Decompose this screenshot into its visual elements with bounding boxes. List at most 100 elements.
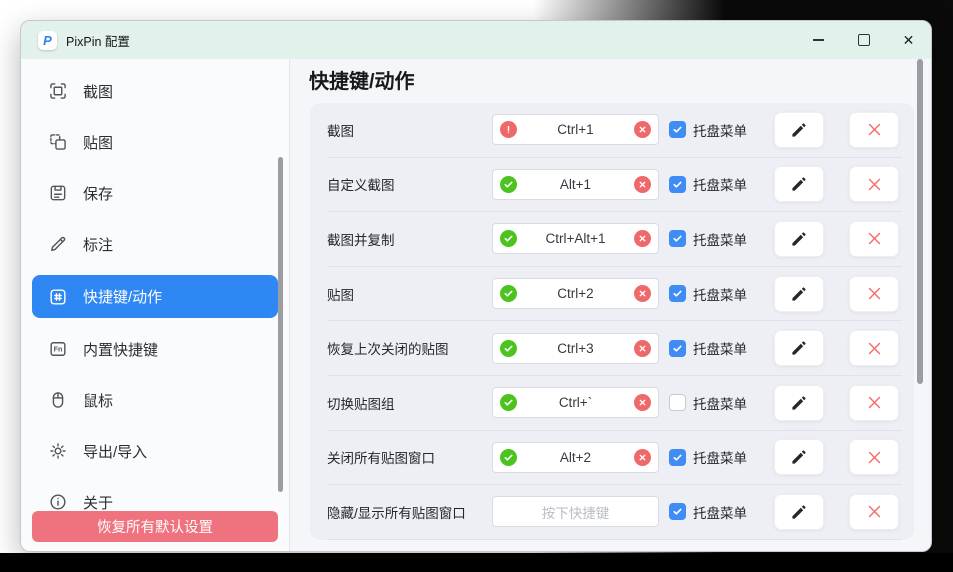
delete-hotkey-button[interactable] [849, 385, 899, 421]
hotkey-row: 贴图 Ctrl+2 托盘菜单 [327, 267, 902, 322]
sidebar-item-label: 截图 [83, 81, 113, 102]
tray-menu-label: 托盘菜单 [693, 174, 747, 194]
annotate-pencil-icon [47, 234, 68, 255]
delete-hotkey-button[interactable] [849, 330, 899, 366]
sidebar-item[interactable]: 快捷键/动作 [32, 275, 278, 318]
hotkey-value: Alt+1 [517, 177, 634, 192]
hotkey-value: Alt+2 [517, 450, 634, 465]
clear-hotkey-icon[interactable] [634, 176, 651, 193]
tray-menu-checkbox[interactable] [669, 121, 686, 138]
check-icon [672, 288, 683, 299]
hotkey-input[interactable]: Ctrl+2 [492, 278, 659, 309]
maximize-button[interactable] [841, 21, 886, 59]
hotkey-input[interactable]: Ctrl+1 [492, 114, 659, 145]
tray-menu-checkbox[interactable] [669, 230, 686, 247]
sidebar: 截图贴图保存标注快捷键/动作Fn内置快捷键鼠标导出/导入关于 恢复所有默认设置 [21, 59, 290, 551]
clear-hotkey-icon[interactable] [634, 449, 651, 466]
minimize-icon [813, 39, 824, 40]
edit-hotkey-button[interactable] [774, 221, 824, 257]
close-button[interactable]: ✕ [886, 21, 931, 59]
tray-menu-option[interactable]: 托盘菜单 [669, 120, 757, 140]
tray-menu-option[interactable]: 托盘菜单 [669, 338, 757, 358]
page-title: 快捷键/动作 [300, 71, 931, 94]
sidebar-item[interactable]: Fn 内置快捷键 [32, 329, 278, 369]
sidebar-item[interactable]: 鼠标 [32, 380, 278, 420]
window-controls: ✕ [796, 21, 931, 59]
clear-hotkey-icon[interactable] [634, 121, 651, 138]
edit-hotkey-button[interactable] [774, 439, 824, 475]
sidebar-item[interactable]: 标注 [32, 224, 278, 264]
minimize-button[interactable] [796, 21, 841, 59]
sidebar-scrollbar[interactable] [278, 157, 283, 492]
edit-hotkey-button[interactable] [774, 276, 824, 312]
pencil-icon [790, 285, 808, 303]
reset-defaults-button[interactable]: 恢复所有默认设置 [32, 511, 278, 542]
info-about-icon [47, 492, 68, 513]
sidebar-item[interactable]: 导出/导入 [32, 431, 278, 471]
edit-hotkey-button[interactable] [774, 330, 824, 366]
hotkey-value: Ctrl+Alt+1 [517, 231, 634, 246]
delete-x-icon [866, 394, 883, 411]
sidebar-item[interactable]: 贴图 [32, 122, 278, 162]
hotkey-actions-icon [47, 286, 68, 307]
delete-hotkey-button[interactable] [849, 494, 899, 530]
tray-menu-checkbox[interactable] [669, 394, 686, 411]
action-label: 恢复上次关闭的贴图 [327, 338, 492, 358]
hotkey-value: 按下快捷键 [517, 502, 634, 522]
sidebar-item-label: 鼠标 [83, 390, 113, 411]
tray-menu-checkbox[interactable] [669, 503, 686, 520]
delete-hotkey-button[interactable] [849, 112, 899, 148]
delete-hotkey-button[interactable] [849, 166, 899, 202]
titlebar[interactable]: P PixPin 配置 ✕ [21, 21, 931, 59]
clear-hotkey-icon[interactable] [634, 285, 651, 302]
delete-x-icon [866, 230, 883, 247]
tray-menu-option[interactable]: 托盘菜单 [669, 393, 757, 413]
hotkey-input[interactable]: Ctrl+3 [492, 333, 659, 364]
delete-hotkey-button[interactable] [849, 221, 899, 257]
pencil-icon [790, 394, 808, 412]
hotkey-input[interactable]: 按下快捷键 [492, 496, 659, 527]
action-label: 切换贴图组 [327, 393, 492, 413]
gear-export-import-icon [47, 441, 68, 462]
clear-hotkey-icon[interactable] [634, 394, 651, 411]
delete-hotkey-button[interactable] [849, 276, 899, 312]
delete-hotkey-button[interactable] [849, 439, 899, 475]
maximize-icon [858, 34, 870, 46]
tray-menu-option[interactable]: 托盘菜单 [669, 174, 757, 194]
clear-hotkey-icon[interactable] [634, 340, 651, 357]
sidebar-item-label: 内置快捷键 [83, 339, 158, 360]
check-icon [672, 179, 683, 190]
sidebar-item[interactable]: 截图 [32, 71, 278, 111]
hotkey-input[interactable]: Alt+2 [492, 442, 659, 473]
edit-hotkey-button[interactable] [774, 494, 824, 530]
fn-builtin-hotkeys-icon: Fn [47, 339, 68, 360]
hotkey-input[interactable]: Ctrl+` [492, 387, 659, 418]
hotkey-value: Ctrl+3 [517, 341, 634, 356]
hotkey-row: 自定义截图 Alt+1 托盘菜单 [327, 158, 902, 213]
hotkey-input[interactable]: Ctrl+Alt+1 [492, 223, 659, 254]
window-body: 截图贴图保存标注快捷键/动作Fn内置快捷键鼠标导出/导入关于 恢复所有默认设置 … [21, 59, 931, 551]
hotkey-row: 恢复上次关闭的贴图 Ctrl+3 托盘菜单 [327, 321, 902, 376]
hotkey-row: 截图并复制 Ctrl+Alt+1 托盘菜单 [327, 212, 902, 267]
tray-menu-checkbox[interactable] [669, 285, 686, 302]
edit-hotkey-button[interactable] [774, 166, 824, 202]
hotkey-row: 截图 Ctrl+1 托盘菜单 [327, 103, 902, 158]
hotkey-input[interactable]: Alt+1 [492, 169, 659, 200]
tray-menu-checkbox[interactable] [669, 449, 686, 466]
content-scrollbar[interactable] [917, 59, 923, 384]
edit-hotkey-button[interactable] [774, 385, 824, 421]
tray-menu-option[interactable]: 托盘菜单 [669, 229, 757, 249]
clear-hotkey-icon[interactable] [634, 230, 651, 247]
tray-menu-checkbox[interactable] [669, 340, 686, 357]
sidebar-item-label: 保存 [83, 183, 113, 204]
tray-menu-option[interactable]: 托盘菜单 [669, 447, 757, 467]
edit-hotkey-button[interactable] [774, 112, 824, 148]
tray-menu-option[interactable]: 托盘菜单 [669, 502, 757, 522]
app-logo-icon: P [38, 31, 57, 50]
pencil-icon [790, 339, 808, 357]
mouse-icon [47, 390, 68, 411]
sidebar-item[interactable]: 保存 [32, 173, 278, 213]
app-window: P PixPin 配置 ✕ 截图贴图保存标注快捷键/动作Fn内置快捷键鼠标导出/… [20, 20, 932, 552]
tray-menu-checkbox[interactable] [669, 176, 686, 193]
tray-menu-option[interactable]: 托盘菜单 [669, 284, 757, 304]
